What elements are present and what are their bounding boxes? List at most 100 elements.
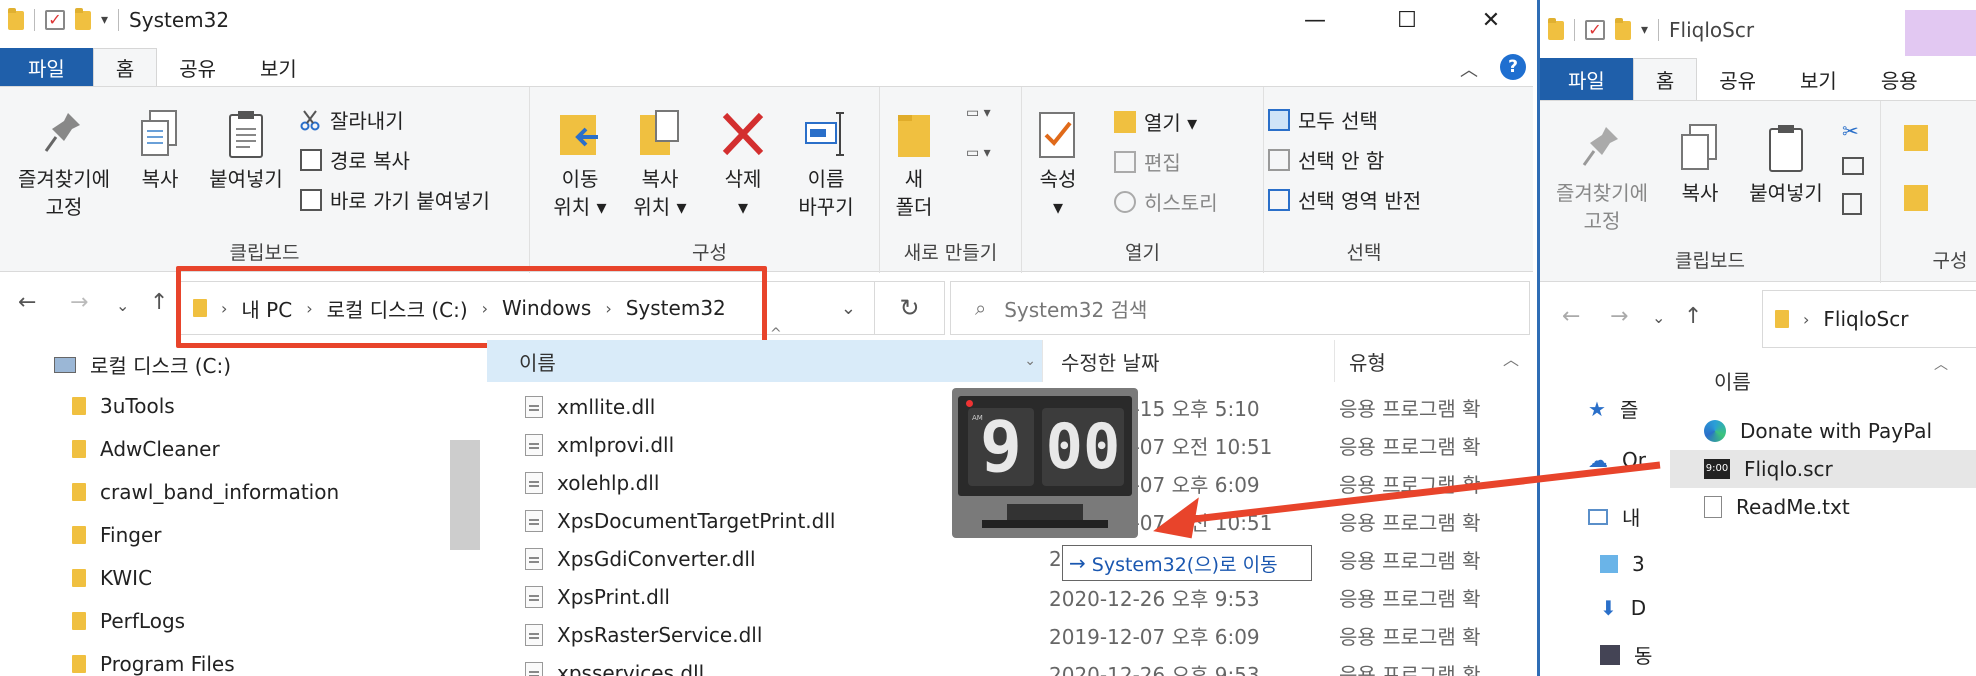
new-item-icon[interactable]: ▭ ▾	[966, 105, 991, 121]
list-item[interactable]: Donate with PayPal	[1670, 412, 1976, 450]
copy-path-button[interactable]: 경로 복사	[300, 145, 410, 174]
close-button[interactable]: ✕	[1456, 0, 1526, 40]
paste-button[interactable]: 붙여넣기	[1738, 121, 1834, 207]
move-to-icon[interactable]	[1904, 125, 1928, 151]
list-item-selected[interactable]: 9:00 Fliqlo.scr	[1670, 450, 1976, 488]
address-dropdown-icon[interactable]: ⌄	[841, 298, 856, 319]
table-row[interactable]: XpsPrint.dll 2020-12-26 오후 9:53 응용 프로그램 확	[487, 578, 1533, 616]
easy-access-icon[interactable]: ▭ ▾	[966, 145, 991, 161]
back-arrow-icon[interactable]: ←	[18, 290, 36, 315]
recent-locations-icon[interactable]: ⌄	[116, 296, 129, 315]
dll-file-icon	[525, 510, 543, 532]
pin-quick-access-button[interactable]: 즐겨찾기에 고정	[4, 107, 124, 221]
nav-item-folder[interactable]: PerfLogs	[72, 609, 185, 633]
search-box[interactable]: ⌕ System32 검색	[950, 281, 1530, 335]
minimize-button[interactable]: —	[1280, 0, 1350, 40]
history-button[interactable]: 히스토리	[1114, 187, 1218, 216]
help-icon[interactable]: ?	[1500, 54, 1526, 80]
scissors-icon[interactable]: ✂	[1842, 119, 1859, 143]
table-row[interactable]: XpsGdiConverter.dll 2 응용 프로그램 확	[487, 540, 1533, 578]
nav-item-folder[interactable]: AdwCleaner	[72, 437, 220, 461]
nav-item-3d-objects[interactable]: 3	[1600, 552, 1645, 576]
tab-share[interactable]: 공유	[1697, 60, 1778, 98]
open-button[interactable]: 열기 ▾	[1114, 107, 1197, 136]
customize-dropdown-icon[interactable]: ▾	[101, 12, 108, 28]
select-none-icon	[1268, 148, 1290, 171]
customize-dropdown-icon[interactable]: ▾	[1641, 22, 1648, 38]
back-arrow-icon[interactable]: ←	[1562, 304, 1580, 329]
list-item[interactable]: ReadMe.txt	[1670, 488, 1976, 526]
properties-check-icon[interactable]: ✓	[45, 10, 65, 30]
navigation-pane: 로컬 디스크 (C:) 3uTools AdwCleaner crawl_ban…	[0, 340, 480, 676]
nav-item-folder[interactable]: KWIC	[72, 566, 152, 590]
forward-arrow-icon[interactable]: →	[70, 290, 88, 315]
nav-item-folder[interactable]: crawl_band_information	[72, 480, 339, 504]
tab-file[interactable]: 파일	[0, 48, 93, 86]
group-label-new: 새로 만들기	[903, 242, 998, 264]
column-header-name[interactable]: 이름 ^ ⌄	[487, 326, 1043, 382]
up-arrow-icon[interactable]: ↑	[150, 290, 168, 315]
tab-file[interactable]: 파일	[1540, 58, 1633, 100]
scroll-up-icon[interactable]: ︿	[1503, 346, 1519, 370]
nav-item-folder[interactable]: Program Files	[72, 652, 235, 676]
new-folder-button[interactable]: 새 폴더	[884, 107, 944, 221]
nav-scrollbar-thumb[interactable]	[450, 440, 480, 550]
up-arrow-icon[interactable]: ↑	[1684, 304, 1702, 329]
edit-button[interactable]: 편집	[1114, 147, 1181, 176]
tab-home[interactable]: 홈	[92, 48, 158, 86]
delete-button[interactable]: 삭제 ▾	[708, 107, 778, 221]
column-header-type[interactable]: 유형	[1335, 340, 1515, 382]
divider	[118, 9, 120, 31]
new-folder-quick-icon[interactable]	[75, 7, 91, 30]
copy-to-button[interactable]: 복사 위치 ▾	[620, 107, 700, 221]
copy-button[interactable]: 복사	[1668, 121, 1732, 207]
clipboard-group: 즐겨찾기에 고정 복사 붙여넣기 잘라내기 경로 복사 바로 가기 붙여넣기 클…	[0, 87, 530, 273]
cut-button[interactable]: 잘라내기	[300, 105, 404, 134]
select-all-button[interactable]: 모두 선택	[1268, 105, 1378, 134]
properties-button[interactable]: 속성 ▾	[1026, 107, 1090, 221]
recent-locations-icon[interactable]: ⌄	[1652, 308, 1665, 327]
paste-shortcut-icon	[300, 188, 322, 211]
move-to-button[interactable]: 이동 위치 ▾	[540, 107, 620, 221]
copy-to-icon[interactable]	[1904, 185, 1928, 211]
nav-item-quick-access[interactable]: ★ 즐	[1588, 394, 1638, 423]
maximize-button[interactable]: ☐	[1372, 0, 1442, 40]
tab-view[interactable]: 보기	[238, 48, 319, 86]
properties-check-icon[interactable]: ✓	[1585, 20, 1605, 40]
tab-app[interactable]: 응용	[1859, 60, 1940, 98]
nav-item-this-pc[interactable]: 내	[1588, 502, 1640, 531]
address-bar[interactable]: › FliqloScr	[1762, 290, 1976, 348]
tab-share[interactable]: 공유	[157, 48, 238, 86]
column-header-name[interactable]: 이름	[1714, 366, 1751, 395]
table-row[interactable]: xpsservices.dll 2020-12-26 오후 9:53 응용 프로그램…	[487, 654, 1533, 676]
nav-item-local-disk[interactable]: 로컬 디스크 (C:)	[54, 350, 231, 379]
rename-button[interactable]: 이름 바꾸기	[784, 107, 868, 221]
invert-selection-button[interactable]: 선택 영역 반전	[1268, 185, 1421, 214]
paste-shortcut-button[interactable]: 바로 가기 붙여넣기	[300, 185, 490, 214]
chevron-right-icon[interactable]: ›	[1803, 310, 1809, 329]
collapse-ribbon-icon[interactable]: ︿	[1460, 56, 1478, 82]
paste-button[interactable]: 붙여넣기	[198, 107, 294, 193]
forward-arrow-icon[interactable]: →	[1610, 304, 1628, 329]
select-none-button[interactable]: 선택 안 함	[1268, 145, 1384, 174]
column-dropdown-icon[interactable]: ⌄	[1024, 353, 1036, 369]
tab-home[interactable]: 홈	[1632, 58, 1698, 100]
table-row[interactable]: XpsRasterService.dll 2019-12-07 오후 6:09 응용…	[487, 616, 1533, 654]
file-type: 응용 프로그램 확	[1339, 472, 1481, 497]
refresh-button[interactable]: ↻	[875, 281, 945, 335]
tab-view[interactable]: 보기	[1778, 60, 1859, 98]
drive-icon	[54, 356, 76, 373]
nav-item-folder[interactable]: Finger	[72, 523, 162, 547]
nav-item-onedrive[interactable]: ☁ Or	[1588, 448, 1646, 472]
copy-path-icon[interactable]	[1842, 157, 1864, 175]
breadcrumb-fliqloscr[interactable]: FliqloScr	[1823, 307, 1908, 331]
new-folder-quick-icon[interactable]	[1615, 17, 1631, 40]
nav-item-downloads[interactable]: ⬇ D	[1600, 596, 1646, 620]
paste-shortcut-icon[interactable]	[1842, 193, 1862, 215]
edit-icon	[1114, 150, 1136, 173]
pin-quick-access-button[interactable]: 즐겨찾기에 고정	[1542, 121, 1662, 235]
copy-button[interactable]: 복사	[128, 107, 192, 193]
nav-item-videos[interactable]: 동	[1600, 640, 1652, 669]
column-header-date[interactable]: 수정한 날짜	[1043, 340, 1335, 382]
nav-item-folder[interactable]: 3uTools	[72, 394, 175, 418]
